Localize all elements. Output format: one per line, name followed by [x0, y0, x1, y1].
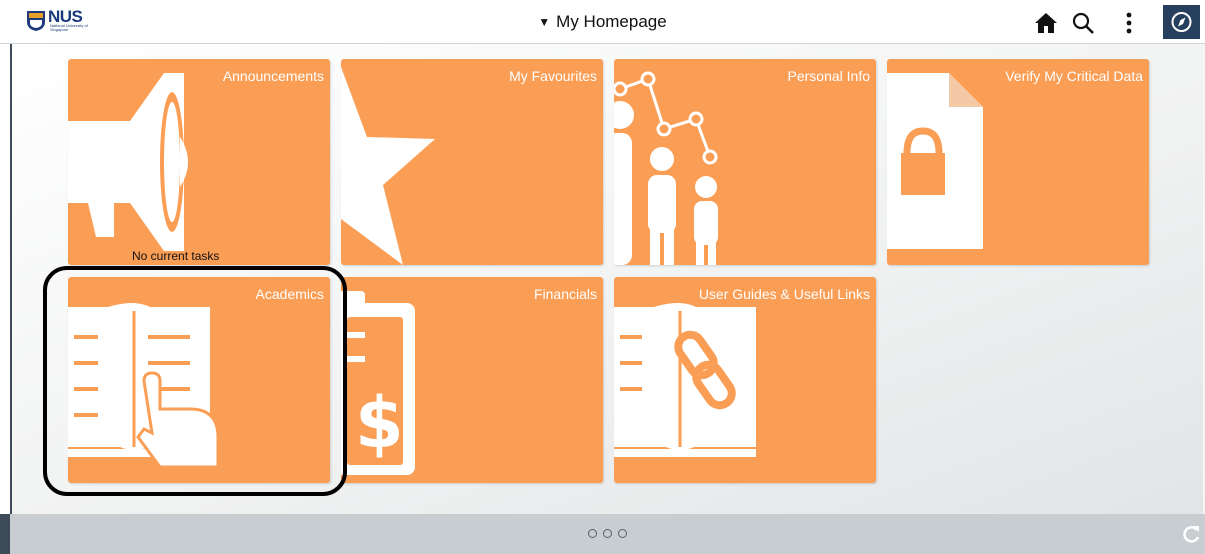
book-hand-icon — [68, 303, 220, 469]
tile-verify-critical-data[interactable]: Verify My Critical Data — [887, 59, 1149, 265]
page-dot[interactable] — [587, 529, 597, 539]
tile-title: Verify My Critical Data — [1005, 68, 1143, 84]
tile-title: Academics — [255, 286, 324, 302]
nus-logo[interactable]: NUS National University of Singapore — [26, 7, 106, 36]
search-icon[interactable] — [1071, 12, 1095, 34]
compass-icon — [1171, 12, 1192, 32]
tile-my-favourites[interactable]: My Favourites — [341, 59, 603, 265]
clipboard-dollar-icon: $ — [341, 291, 415, 475]
page-indicator — [10, 514, 1205, 554]
home-icon[interactable] — [1034, 12, 1058, 34]
crest-icon — [27, 11, 45, 31]
refresh-icon[interactable] — [1181, 524, 1201, 544]
pager-bar — [0, 514, 1205, 554]
page-dot[interactable] — [618, 529, 628, 539]
star-icon — [341, 67, 435, 265]
page-title: ▼ My Homepage — [0, 0, 1205, 45]
tile-title: User Guides & Useful Links — [698, 286, 870, 302]
more-options-icon[interactable] — [1124, 12, 1134, 34]
tile-title: Financials — [533, 286, 597, 302]
tile-title: Announcements — [222, 68, 324, 84]
locked-document-icon — [887, 73, 983, 249]
tile-announcements[interactable]: Announcements No current tasks — [68, 59, 330, 265]
top-banner: NUS National University of Singapore ▼ My… — [0, 0, 1205, 44]
tile-status-text: No current tasks — [132, 249, 220, 263]
page-dot[interactable] — [603, 529, 612, 539]
people-icon — [614, 71, 718, 265]
logo-subtext: National University of Singapore — [50, 23, 88, 32]
tile-academics[interactable]: Academics — [68, 277, 330, 483]
navbar-button[interactable] — [1163, 5, 1200, 39]
megaphone-icon — [68, 73, 188, 251]
tile-title: My Favourites — [509, 68, 597, 84]
book-link-icon — [614, 303, 756, 457]
tile-user-guides[interactable]: User Guides & Useful Links — [614, 277, 876, 483]
tile-title: Personal Info — [787, 68, 871, 84]
page-title-label[interactable]: My Homepage — [556, 12, 667, 31]
dropdown-caret-icon[interactable]: ▼ — [538, 15, 550, 29]
svg-text:$: $ — [355, 382, 404, 464]
tile-financials[interactable]: $ Financials — [341, 277, 603, 483]
tile-personal-info[interactable]: Personal Info — [614, 59, 876, 265]
